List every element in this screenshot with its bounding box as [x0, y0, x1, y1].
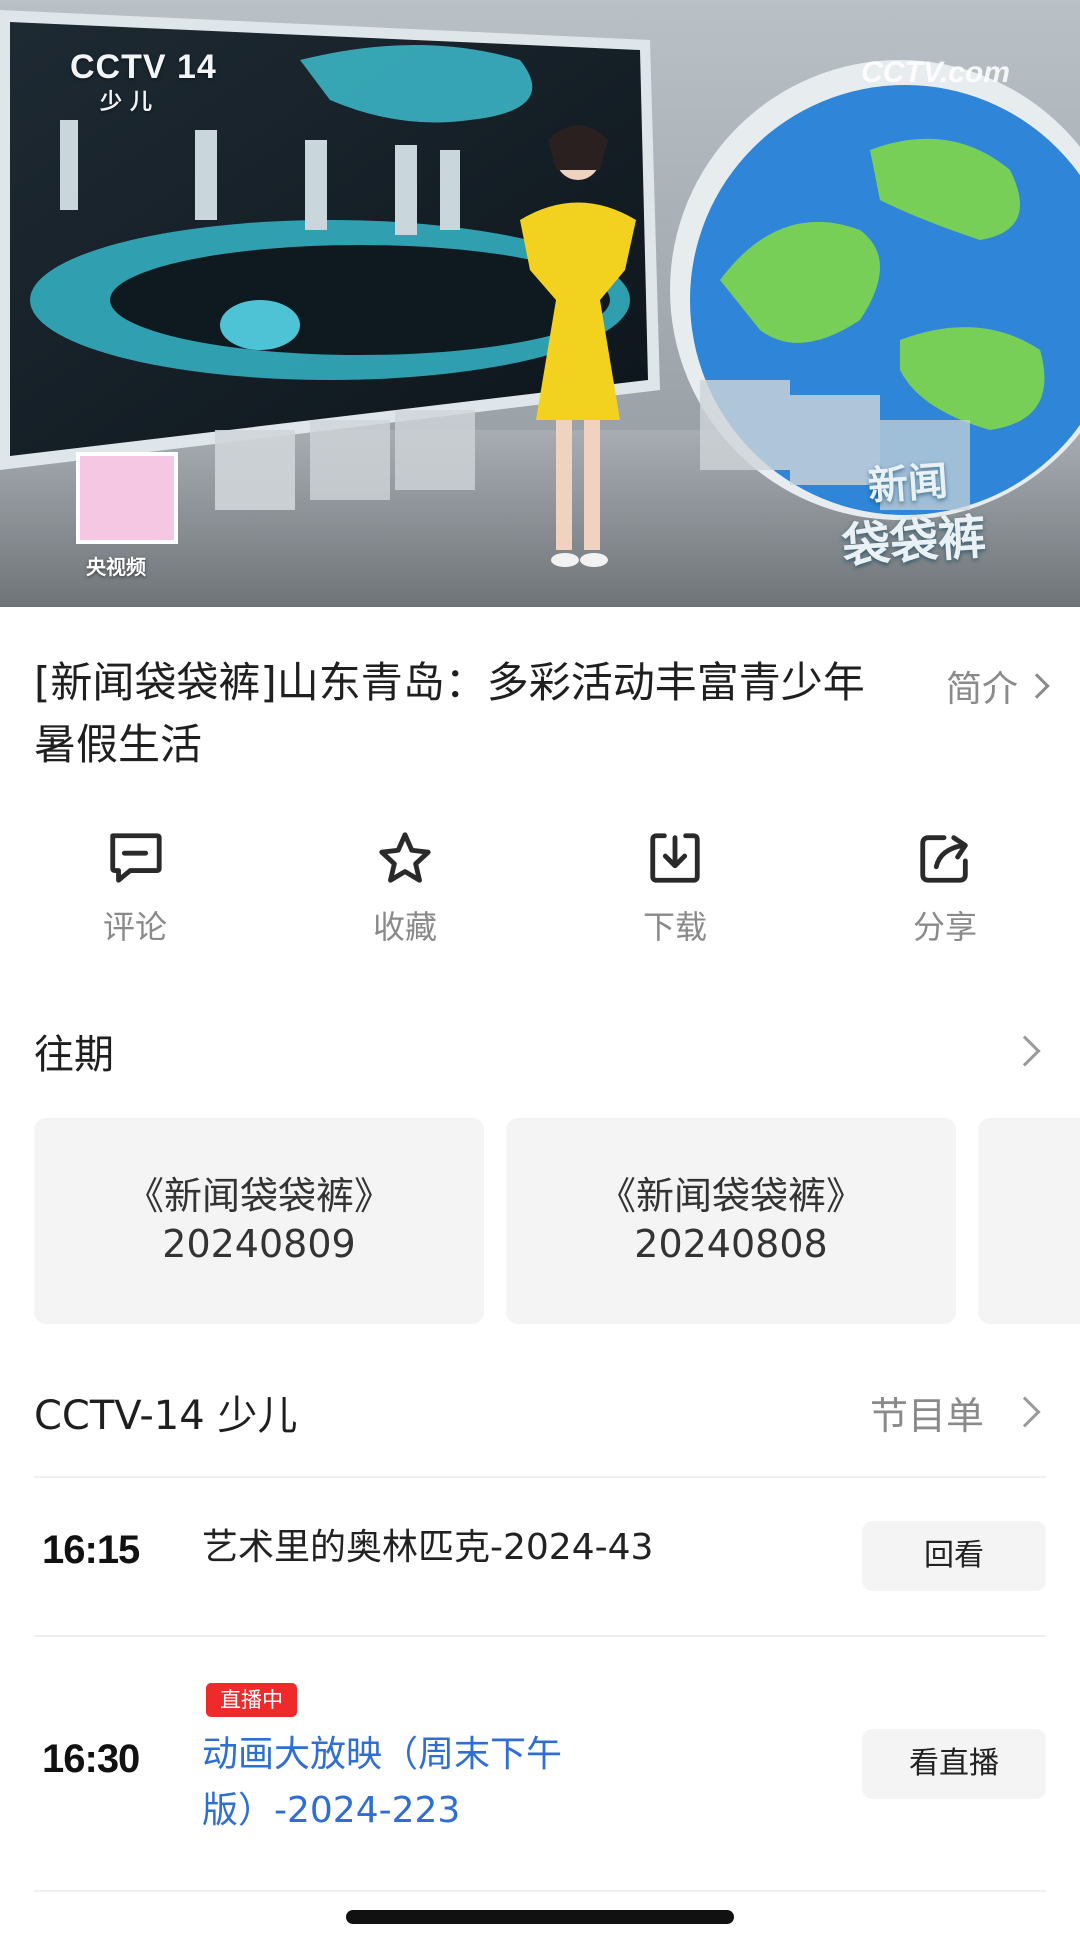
schedule-row-live: 16:30 直播中 动画大放映（周末下午版）-2024-223 看直播 [34, 1635, 1046, 1891]
schedule-row: 16:15 艺术里的奥林匹克-2024-43 回看 [34, 1476, 1046, 1636]
comment-icon [110, 833, 162, 883]
app-badge-icon [76, 452, 178, 544]
download-button[interactable]: 下载 [540, 828, 810, 948]
channel-subtitle: 少儿 [100, 90, 161, 115]
show-logo: 新闻 袋袋裤 [836, 450, 988, 576]
chevron-right-icon [1009, 1035, 1041, 1067]
star-icon [379, 832, 431, 883]
download-label: 下载 [642, 908, 707, 946]
channel-logo: CCTV 14 [70, 48, 217, 86]
episode-card[interactable]: 《新闻袋袋裤》 20240808 [506, 1118, 956, 1324]
past-episodes-header[interactable]: 往期 [34, 1022, 1046, 1080]
share-label: 分享 [912, 908, 977, 946]
video-title-row: [新闻袋袋裤]山东青岛：多彩活动丰富青少年暑假生活 简介 [34, 652, 1050, 776]
episode-name: 《新闻袋袋裤》 [597, 1174, 864, 1218]
episode-date: 20240809 [162, 1222, 356, 1266]
program-guide-button[interactable]: 节目单 [870, 1385, 1046, 1440]
action-bar: 评论 收藏 下载 分享 [0, 828, 1080, 948]
episode-card[interactable] [978, 1118, 1080, 1324]
schedule-channel: CCTV-14 少儿 [34, 1393, 298, 1439]
episode-card[interactable]: 《新闻袋袋裤》 20240809 [34, 1118, 484, 1324]
live-badge: 直播中 [206, 1683, 297, 1717]
comment-label: 评论 [102, 908, 167, 946]
share-button[interactable]: 分享 [810, 828, 1080, 948]
video-title: [新闻袋袋裤]山东青岛：多彩活动丰富青少年暑假生活 [34, 658, 865, 769]
intro-button[interactable]: 简介 [945, 660, 1050, 712]
favorite-label: 收藏 [372, 908, 437, 946]
chevron-right-icon [1024, 673, 1050, 699]
show-logo-line2: 袋袋裤 [840, 508, 988, 575]
share-icon [920, 835, 968, 883]
comment-button[interactable]: 评论 [0, 828, 270, 948]
intro-label: 简介 [945, 669, 1018, 710]
video-player[interactable]: CCTV 14 少儿 CCTV.com 央视频 新闻 袋袋裤 [0, 0, 1080, 607]
watermark-logo: CCTV.com [861, 56, 1010, 89]
watch-live-button[interactable]: 看直播 [862, 1729, 1046, 1799]
schedule-time: 16:15 [42, 1528, 140, 1572]
past-episodes-more[interactable] [1009, 1035, 1046, 1067]
app-badge-label: 央视频 [86, 555, 146, 579]
program-guide-label: 节目单 [869, 1393, 984, 1438]
home-indicator[interactable] [346, 1910, 734, 1924]
chevron-right-icon [1009, 1396, 1041, 1428]
schedule-program-name[interactable]: 动画大放映（周末下午版）-2024-223 [202, 1727, 622, 1839]
schedule-time: 16:30 [42, 1737, 140, 1781]
schedule-program-name[interactable]: 艺术里的奥林匹克-2024-43 [202, 1520, 722, 1576]
past-episodes-title: 往期 [34, 1032, 114, 1078]
schedule-header: CCTV-14 少儿 节目单 [34, 1383, 1046, 1441]
past-episodes-list[interactable]: 《新闻袋袋裤》 20240809 《新闻袋袋裤》 20240808 [34, 1118, 1080, 1324]
replay-button[interactable]: 回看 [862, 1521, 1046, 1591]
favorite-button[interactable]: 收藏 [270, 828, 540, 948]
show-logo-line1: 新闻 [866, 458, 950, 510]
episode-date: 20240808 [634, 1222, 828, 1266]
episode-name: 《新闻袋袋裤》 [125, 1174, 392, 1218]
divider [34, 1890, 1046, 1892]
download-icon [650, 833, 700, 883]
